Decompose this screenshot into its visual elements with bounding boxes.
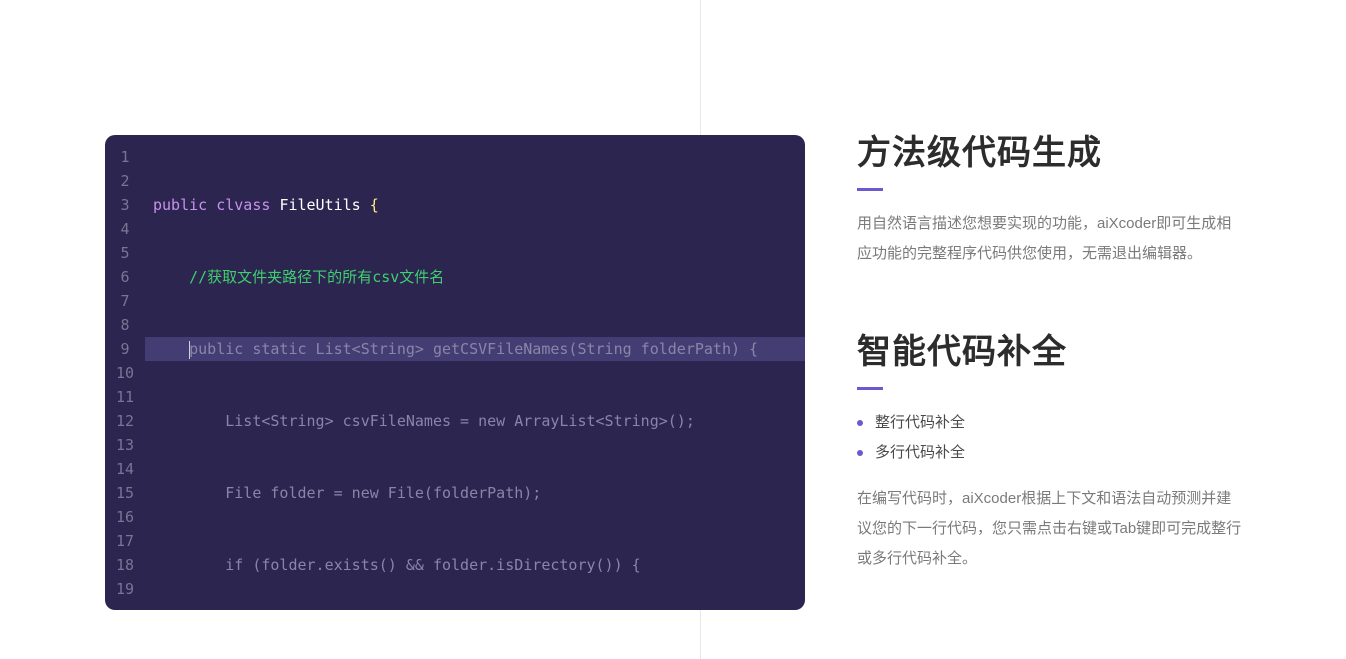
- right-panel: 方法级代码生成 用自然语言描述您想要实现的功能，aiXcoder即可生成相应功能…: [857, 125, 1242, 629]
- comment-token: //获取文件夹路径下的所有csv文件名: [189, 268, 444, 286]
- line-number: 17: [105, 529, 145, 553]
- code-line: public clvass FileUtils {: [153, 193, 805, 217]
- line-number: 8: [105, 313, 145, 337]
- title-underline: [857, 387, 883, 390]
- suggestion-token: List<String> csvFileNames = new ArrayLis…: [153, 412, 695, 430]
- feature-section: 智能代码补全 整行代码补全 多行代码补全 在编写代码时，aiXcoder根据上下…: [857, 324, 1242, 574]
- line-number: 1: [105, 145, 145, 169]
- line-number: 3: [105, 193, 145, 217]
- suggestion-token: File folder = new File(folderPath);: [153, 484, 541, 502]
- line-number: 18: [105, 553, 145, 577]
- title-underline: [857, 188, 883, 191]
- section-description: 用自然语言描述您想要实现的功能，aiXcoder即可生成相应功能的完整程序代码供…: [857, 209, 1242, 269]
- feature-section: 方法级代码生成 用自然语言描述您想要实现的功能，aiXcoder即可生成相应功能…: [857, 125, 1242, 269]
- code-area[interactable]: public clvass FileUtils { //获取文件夹路径下的所有c…: [145, 135, 805, 610]
- code-line: //获取文件夹路径下的所有csv文件名: [153, 265, 805, 289]
- keyword-token: clvass: [216, 196, 270, 214]
- line-number: 19: [105, 577, 145, 601]
- line-number: 14: [105, 457, 145, 481]
- bullet-item: 整行代码补全: [857, 408, 1242, 438]
- code-line: if (folder.exists() && folder.isDirector…: [153, 553, 805, 577]
- class-token: FileUtils: [279, 196, 360, 214]
- line-number: 7: [105, 289, 145, 313]
- line-number: 4: [105, 217, 145, 241]
- line-number: 12: [105, 409, 145, 433]
- bullet-item: 多行代码补全: [857, 438, 1242, 468]
- line-number: 10: [105, 361, 145, 385]
- keyword-token: public: [153, 196, 207, 214]
- bullet-list: 整行代码补全 多行代码补全: [857, 408, 1242, 468]
- line-number: 13: [105, 433, 145, 457]
- code-editor[interactable]: 1 2 3 4 5 6 7 8 9 10 11 12 13 14 15 16 1…: [105, 135, 805, 610]
- suggestion-token: public static List<String> getCSVFileNam…: [189, 340, 758, 358]
- line-number: 11: [105, 385, 145, 409]
- section-title: 方法级代码生成: [857, 125, 1242, 174]
- line-number: 2: [105, 169, 145, 193]
- brace-token: {: [370, 196, 379, 214]
- suggestion-token: if (folder.exists() && folder.isDirector…: [153, 556, 641, 574]
- line-number: 16: [105, 505, 145, 529]
- code-line: File folder = new File(folderPath);: [153, 481, 805, 505]
- indent: [153, 268, 189, 286]
- line-number: 9: [105, 337, 145, 361]
- section-title: 智能代码补全: [857, 324, 1242, 373]
- line-gutter: 1 2 3 4 5 6 7 8 9 10 11 12 13 14 15 16 1…: [105, 135, 145, 610]
- line-number: 6: [105, 265, 145, 289]
- section-description: 在编写代码时，aiXcoder根据上下文和语法自动预测并建议您的下一行代码，您只…: [857, 484, 1242, 574]
- indent: [153, 340, 189, 358]
- line-number: 5: [105, 241, 145, 265]
- line-number: 15: [105, 481, 145, 505]
- code-line-highlighted: public static List<String> getCSVFileNam…: [145, 337, 805, 361]
- code-line: List<String> csvFileNames = new ArrayLis…: [153, 409, 805, 433]
